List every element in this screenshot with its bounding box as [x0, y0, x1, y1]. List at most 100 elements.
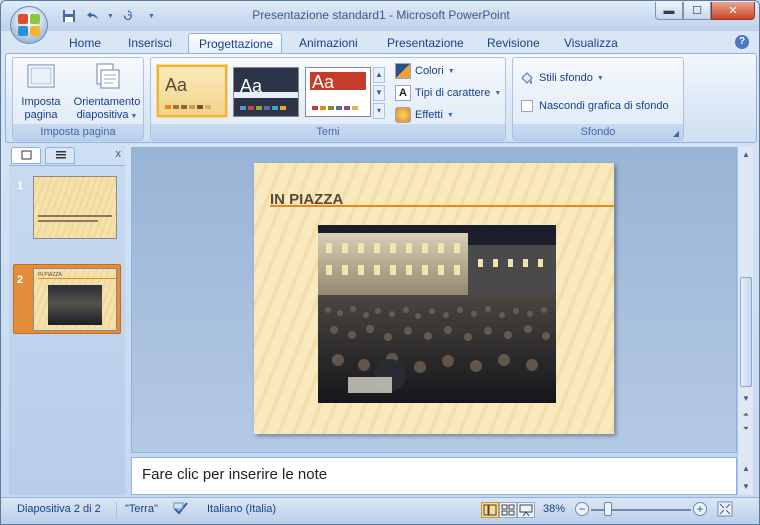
chevron-down-icon: ▼: [128, 113, 138, 120]
minimize-button[interactable]: ▬: [655, 2, 683, 20]
tab-progettazione[interactable]: Progettazione: [188, 33, 282, 53]
normal-view-button[interactable]: [481, 502, 499, 518]
next-slide-icon[interactable]: ⏷: [740, 423, 752, 435]
theme-swatches: [240, 106, 286, 110]
slideshow-button[interactable]: [517, 502, 535, 518]
tab-home[interactable]: Home: [59, 33, 111, 53]
window-controls: ▬ ☐ ✕: [655, 2, 755, 20]
zoom-in-icon[interactable]: +: [693, 502, 707, 516]
nascondi-grafica-checkbox[interactable]: Nascondi grafica di sfondo: [521, 100, 669, 112]
theme-aa-label: Aa: [312, 72, 335, 92]
slide-thumbnail-2[interactable]: IN PIAZZA: [33, 268, 117, 331]
stili-sfondo-button[interactable]: Stili sfondo ▼: [519, 70, 604, 86]
tab-outline[interactable]: [45, 147, 75, 164]
ribbon-tabs: Home Inserisci Progettazione Animazioni …: [1, 31, 759, 53]
tipi-carattere-label: Tipi di carattere: [415, 87, 491, 99]
tab-slides[interactable]: [11, 147, 41, 164]
slide-canvas[interactable]: IN PIAZZA: [254, 163, 614, 434]
checkbox-icon[interactable]: [521, 100, 533, 112]
tab-presentazione[interactable]: Presentazione: [377, 33, 467, 53]
help-icon[interactable]: ?: [735, 35, 749, 49]
imposta-pagina-label: Imposta pagina: [21, 96, 61, 121]
tab-revisione[interactable]: Revisione: [477, 33, 545, 53]
effects-icon: [395, 107, 411, 123]
group-label-sfondo: Sfondo: [513, 124, 683, 140]
powerpoint-window: ▼ ▼ Presentazione standard1 - Microsoft …: [0, 0, 760, 525]
office-button[interactable]: [10, 6, 48, 44]
themes-more-icon[interactable]: ▾: [373, 103, 385, 119]
scrollbar-thumb[interactable]: [740, 277, 752, 387]
scroll-up-icon[interactable]: ▲: [740, 149, 752, 161]
notes-scroll-down-icon[interactable]: ▼: [740, 481, 752, 493]
zoom-slider-thumb[interactable]: [604, 502, 612, 516]
chevron-down-icon: ▼: [446, 111, 454, 119]
fonts-icon: A: [395, 85, 411, 101]
dialog-launcher-icon[interactable]: ◢: [673, 129, 679, 138]
slide-thumbnail-1[interactable]: [33, 176, 117, 239]
maximize-button[interactable]: ☐: [683, 2, 711, 20]
vertical-scrollbar[interactable]: ▲ ▼ ⏶ ⏷ ▲ ▼: [737, 147, 753, 495]
language[interactable]: Italiano (Italia): [207, 503, 276, 515]
stili-sfondo-label: Stili sfondo: [539, 72, 593, 84]
themes-scroll-down-icon[interactable]: ▼: [373, 85, 385, 101]
tab-inserisci[interactable]: Inserisci: [118, 33, 180, 53]
group-label-imposta-pagina: Imposta pagina: [13, 124, 143, 140]
zoom-out-icon[interactable]: −: [575, 502, 589, 516]
window-title: Presentazione standard1 - Microsoft Powe…: [252, 8, 510, 22]
theme-swatches: [165, 105, 211, 109]
group-sfondo: Stili sfondo ▼ Nascondi grafica di sfondo…: [512, 57, 684, 141]
spelling-check-icon[interactable]: [173, 501, 189, 518]
office-logo-icon: [18, 14, 40, 36]
slides-panel: x 1 2 IN PIAZZA: [9, 145, 125, 495]
panel-tabs: x: [9, 145, 125, 165]
theme-aa-label: Aa: [165, 75, 188, 95]
theme-thumb-red[interactable]: Aa: [305, 67, 371, 117]
notes-placeholder[interactable]: Fare clic per inserire le note: [142, 466, 327, 483]
slide-number: 2: [17, 274, 24, 286]
notes-scroll-up-icon[interactable]: ▲: [740, 463, 752, 475]
slides-list: 1 2 IN PIAZZA: [9, 165, 125, 495]
theme-thumb-terra[interactable]: Aa: [157, 65, 227, 117]
colori-button[interactable]: Colori ▼: [395, 63, 455, 79]
page-setup-icon: [25, 62, 57, 92]
ribbon: Imposta pagina Orientamento diapositiva …: [5, 53, 757, 143]
zoom-level[interactable]: 38%: [543, 503, 565, 515]
title-underline: [270, 205, 614, 207]
colors-icon: [395, 63, 411, 79]
imposta-pagina-button[interactable]: Imposta pagina: [17, 62, 65, 122]
thumb-photo: [48, 285, 102, 325]
themes-scroll-up-icon[interactable]: ▲: [373, 67, 385, 83]
orientation-icon: [91, 62, 123, 92]
theme-name: "Terra": [125, 503, 158, 515]
crowd-photo[interactable]: [318, 225, 556, 403]
close-panel-icon[interactable]: x: [116, 148, 122, 160]
tab-animazioni[interactable]: Animazioni: [289, 33, 367, 53]
orientamento-diapositiva-button[interactable]: Orientamento diapositiva ▼: [71, 62, 143, 123]
scroll-down-icon[interactable]: ▼: [740, 393, 752, 405]
paint-bucket-icon: [519, 70, 535, 86]
close-button[interactable]: ✕: [711, 2, 755, 20]
themes-scroll: ▲ ▼ ▾: [373, 67, 385, 121]
tab-visualizza[interactable]: Visualizza: [554, 33, 626, 53]
group-imposta-pagina: Imposta pagina Orientamento diapositiva …: [12, 57, 144, 141]
theme-swatches: [312, 106, 358, 110]
slide-info: Diapositiva 2 di 2: [17, 503, 101, 515]
theme-thumb-dark[interactable]: Aa: [233, 67, 299, 117]
group-temi: Aa Aa Aa ▲ ▼ ▾ Colori ▼ A Tipi di caratt…: [150, 57, 506, 141]
colori-label: Colori: [415, 65, 444, 77]
chevron-down-icon: ▼: [596, 74, 604, 82]
fit-to-window-icon[interactable]: [717, 501, 733, 520]
slide-sorter-button[interactable]: [499, 502, 517, 518]
previous-slide-icon[interactable]: ⏶: [740, 409, 752, 421]
effetti-label: Effetti: [415, 109, 443, 121]
notes-pane[interactable]: Fare clic per inserire le note: [131, 457, 737, 495]
title-bar: ▼ ▼ Presentazione standard1 - Microsoft …: [1, 1, 759, 31]
status-bar: Diapositiva 2 di 2 "Terra" Italiano (Ita…: [1, 497, 759, 524]
group-label-temi: Temi: [151, 124, 505, 140]
chevron-down-icon: ▼: [447, 67, 455, 75]
status-separator: [116, 502, 117, 518]
tipi-carattere-button[interactable]: A Tipi di carattere ▼: [395, 85, 501, 101]
nascondi-grafica-label: Nascondi grafica di sfondo: [539, 100, 669, 112]
effetti-button[interactable]: Effetti ▼: [395, 107, 454, 123]
slide-number: 1: [17, 180, 24, 192]
